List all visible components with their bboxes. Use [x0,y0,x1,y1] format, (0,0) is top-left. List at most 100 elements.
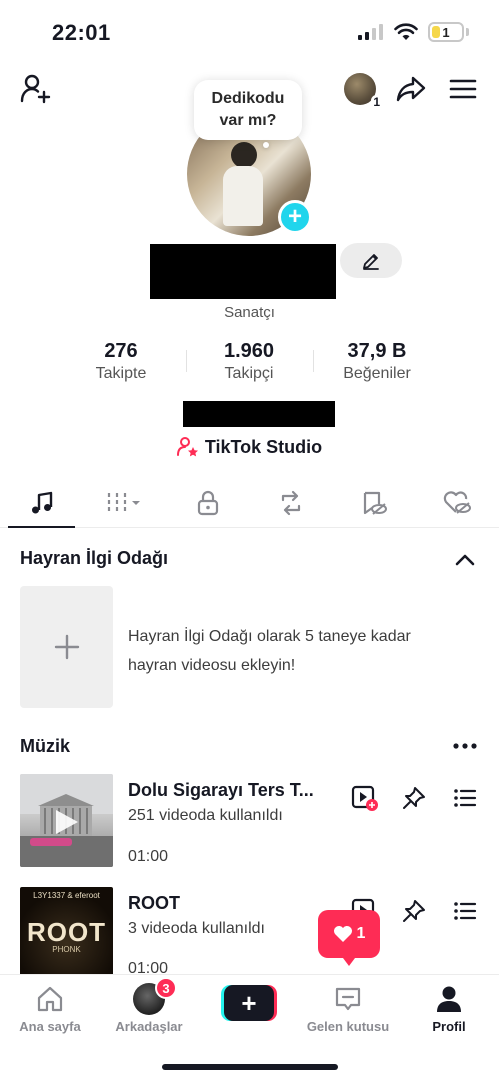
nav-friends-label: Arkadaşlar [115,1019,183,1034]
nav-profile-label: Profil [432,1019,466,1034]
nav-home[interactable]: Ana sayfa [0,983,100,1034]
tab-favorites-hidden[interactable] [333,478,416,527]
heart-icon [333,926,352,942]
tab-reposts[interactable] [250,478,333,527]
fan-spotlight-description: Hayran İlgi Odağı olarak 5 taneye kadar … [128,628,411,674]
share-profile-button[interactable] [394,73,428,105]
profile-tabs [0,478,499,528]
stat-following[interactable]: 276 Takipte [56,340,186,383]
avatar-person-head [231,142,257,168]
chevron-up-icon [455,554,475,566]
more-dots-icon [453,743,477,749]
status-time: 22:01 [52,20,111,45]
pin-icon [403,787,425,809]
stat-following-value: 276 [104,340,138,362]
friends-badge: 3 [155,977,177,999]
pencil-icon [363,253,379,270]
list-icon [454,902,477,920]
battery-tip [466,28,469,36]
nav-profile[interactable]: Profil [399,983,499,1034]
likes-notification-pill[interactable]: 1 [318,910,380,958]
thumb-artist: L3Y1337 & eferoot [33,891,100,900]
add-friend-button[interactable] [18,72,54,106]
likes-pill-tail [340,954,358,966]
wifi-icon [394,23,418,40]
song-thumbnail[interactable]: L3Y1337 & eferoot ROOT PHONK [20,887,113,980]
stat-followers-label: Takipçi [224,365,274,382]
redacted-bio [183,401,335,427]
menu-button[interactable] [448,76,478,102]
signal-icon [358,24,383,40]
stat-following-label: Takipte [95,365,147,382]
song-use-button[interactable] [350,784,380,812]
hamburger-menu-icon [449,79,477,99]
battery-level: 1 [442,24,450,40]
battery-icon: 1 [428,22,464,42]
list-icon [454,789,477,807]
plus-icon [54,634,79,660]
stat-likes-value: 37,9 B [347,340,407,362]
music-note-icon [31,491,52,513]
nav-home-label: Ana sayfa [19,1019,81,1034]
lock-icon [197,490,219,515]
creator-star-icon [176,437,198,457]
tab-liked-hidden[interactable] [416,478,499,527]
profile-category: Sanatçı [224,304,275,321]
home-indicator [162,1064,338,1070]
tab-music[interactable] [0,478,83,528]
mini-avatar-badge: 1 [371,95,382,109]
profile-switch-button[interactable]: 1 [344,73,382,109]
liked-hidden-icon [444,490,472,514]
mini-avatar: 1 [344,73,382,109]
avatar-person-body [223,166,263,226]
nav-friends[interactable]: 3 Arkadaşlar [99,977,199,1034]
inbox-icon [335,987,361,1011]
grid-filter-icon [107,492,140,513]
thumb-title: ROOT [26,917,107,947]
tab-private[interactable] [166,478,249,527]
nav-inbox[interactable]: Gelen kutusu [298,983,398,1034]
note-bubble[interactable]: Dedikodu var mı? [194,80,302,140]
profile-icon [437,986,461,1012]
stat-likes-label: Beğeniler [343,365,411,382]
add-fan-video-button[interactable] [20,586,113,708]
home-icon [37,986,63,1012]
song-list-button[interactable] [452,786,478,810]
repost-icon [281,490,301,515]
tab-active-indicator [8,526,76,528]
add-user-icon [20,74,51,104]
likes-count: 1 [356,925,366,942]
status-icons: 1 [358,22,469,42]
thumbnail-building-image [20,774,113,867]
stat-likes[interactable]: 37,9 B Beğeniler [312,340,442,383]
create-button[interactable]: + [221,985,277,1021]
edit-profile-button[interactable] [340,243,402,278]
stat-followers-value: 1.960 [223,340,275,362]
song-title: ROOT [128,893,180,913]
song-thumbnail[interactable] [20,774,113,867]
song-pin-button[interactable] [400,784,428,812]
song-usage: 3 videoda kullanıldı [128,920,265,937]
note-bubble-dot [263,142,269,148]
song-title: Dolu Sigarayı Ters T... [128,780,314,800]
tab-videos-filter[interactable] [83,478,166,527]
music-more-button[interactable] [452,736,478,756]
music-section-title: Müzik [20,736,71,756]
song-pin-button[interactable] [400,897,428,925]
hidden-favorite-icon [364,491,388,515]
fan-spotlight-title: Hayran İlgi Odağı [20,548,169,568]
friends-avatar: 3 [133,977,177,1015]
share-arrow-icon [396,76,426,102]
pin-icon [403,900,425,922]
add-story-button[interactable]: + [278,200,312,234]
song-usage: 251 videoda kullanıldı [128,807,283,824]
stat-followers[interactable]: 1.960 Takipçi [184,340,314,383]
create-plus-icon: + [224,985,274,1021]
thumb-sub: PHONK [52,945,81,954]
redacted-username [150,244,336,299]
tiktok-studio-link[interactable]: TikTok Studio [0,436,499,458]
video-add-icon [351,785,378,811]
collapse-section-button[interactable] [452,548,478,572]
nav-inbox-label: Gelen kutusu [306,1019,390,1034]
song-list-button[interactable] [452,899,478,923]
